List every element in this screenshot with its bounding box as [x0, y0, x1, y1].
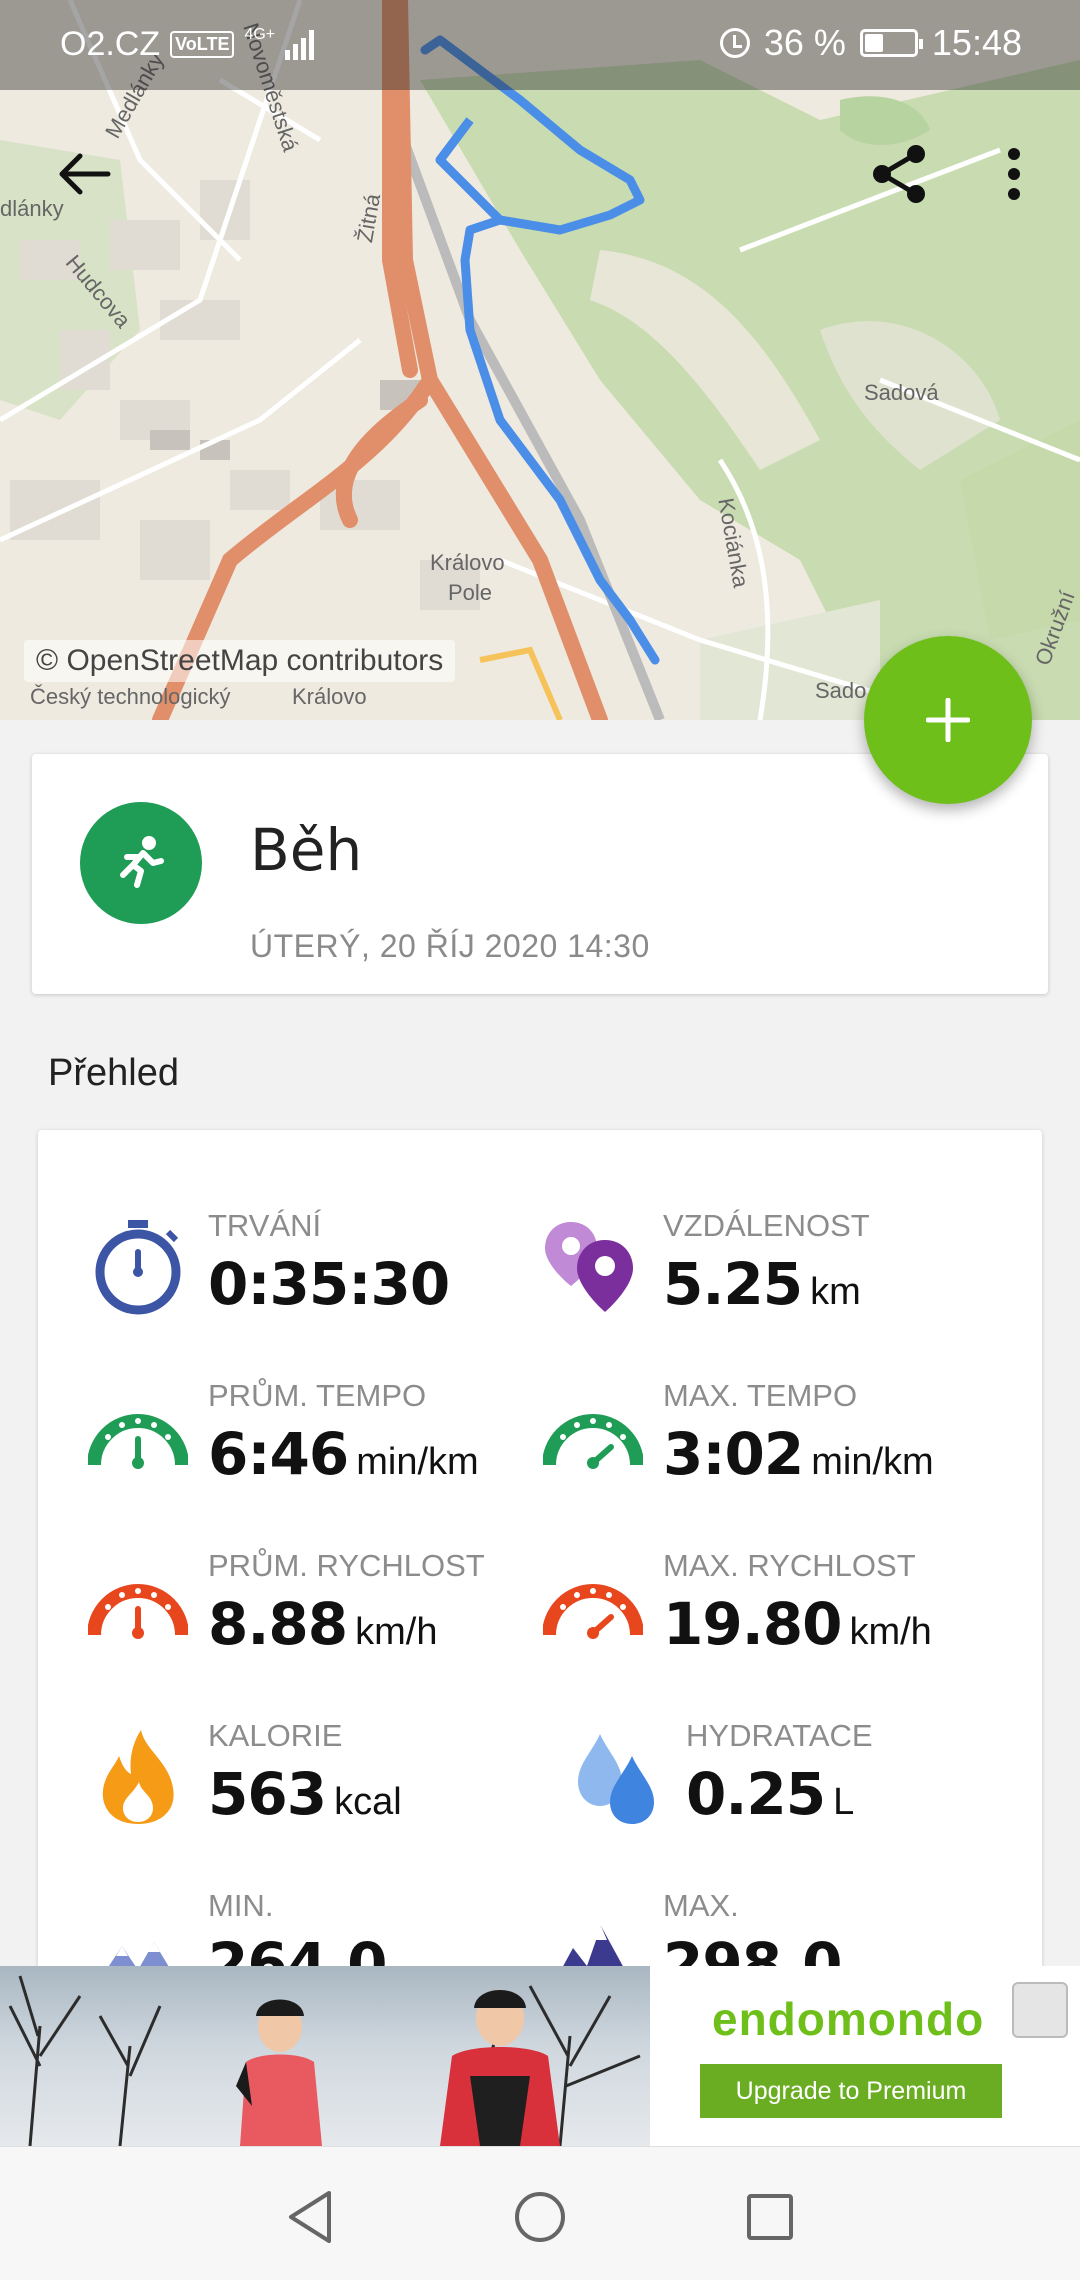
stat-label: MIN. — [208, 1888, 274, 1923]
map-label: Pole — [448, 580, 493, 605]
stat-value: 5.25 — [663, 1250, 803, 1318]
stat-avg-pace: PRŮM. TEMPO 6:46 min/km — [88, 1378, 548, 1528]
share-button[interactable] — [860, 134, 940, 214]
stat-hydration: HYDRATACE 0.25 L — [566, 1718, 1026, 1868]
carrier-name: O2.CZ — [60, 25, 161, 63]
stat-distance: VZDÁLENOST 5.25 km — [543, 1208, 1003, 1358]
green-gauge-max-icon — [543, 1386, 643, 1486]
stat-value: 6:46 — [208, 1420, 349, 1488]
stat-unit: km — [810, 1271, 861, 1313]
stat-label: MAX. — [663, 1888, 739, 1923]
ad-photo — [0, 1966, 650, 2146]
stat-max-elevation: MAX. 298.0 — [543, 1888, 1003, 1970]
share-icon — [873, 145, 925, 203]
stat-value: 264.0 — [208, 1930, 387, 1970]
stat-value: 3:02 — [663, 1420, 804, 1488]
stat-max-speed: MAX. RYCHLOST 19.80 km/h — [543, 1548, 1003, 1698]
map-label: Sadová — [864, 380, 939, 405]
stat-unit: L — [833, 1781, 855, 1823]
activity-title: Běh — [250, 816, 363, 884]
stat-min-elevation: MIN. 264.0 — [88, 1888, 548, 1970]
stat-label: PRŮM. RYCHLOST — [208, 1548, 485, 1583]
stat-value: 298.0 — [663, 1930, 842, 1970]
upgrade-premium-button[interactable]: Upgrade to Premium — [700, 2064, 1002, 2118]
stat-label: PRŮM. TEMPO — [208, 1378, 427, 1413]
stat-label: TRVÁNÍ — [208, 1208, 322, 1243]
ad-banner[interactable]: endomondo Upgrade to Premium — [0, 1966, 1080, 2146]
map-label: Český technologický — [30, 684, 231, 709]
mountains-dark-icon — [543, 1896, 643, 1970]
activity-type-badge — [80, 802, 202, 924]
flame-icon — [88, 1726, 188, 1826]
stat-avg-speed: PRŮM. RYCHLOST 8.88 km/h — [88, 1548, 548, 1698]
signal-icon — [285, 29, 315, 60]
status-bar: O2.CZ VoLTE 4G+ 36 % 15:48 — [0, 0, 1080, 90]
stat-label: VZDÁLENOST — [663, 1208, 870, 1243]
alarm-icon — [719, 28, 750, 58]
map-label: Sado — [815, 678, 867, 703]
stat-value: 0.25 — [686, 1760, 826, 1828]
red-gauge-max-icon — [543, 1556, 643, 1656]
stat-duration: TRVÁNÍ 0:35:30 — [88, 1208, 548, 1358]
route-map[interactable]: Novoměstská Medlánky dlánky Hudcova Žitn… — [0, 0, 1080, 720]
map-pins-icon — [543, 1216, 643, 1316]
square-recents-icon — [747, 2194, 793, 2240]
stat-label: KALORIE — [208, 1718, 343, 1753]
green-gauge-icon — [88, 1386, 188, 1486]
stat-unit: min/km — [811, 1441, 934, 1483]
stopwatch-icon — [88, 1216, 188, 1316]
system-nav-bar — [0, 2146, 1080, 2280]
circle-home-icon — [515, 2192, 565, 2242]
water-drops-icon — [566, 1726, 666, 1826]
ad-panel: endomondo Upgrade to Premium — [650, 1966, 1080, 2146]
arrow-left-icon — [59, 153, 111, 195]
volte-icon: VoLTE — [170, 31, 235, 58]
stat-max-pace: MAX. TEMPO 3:02 min/km — [543, 1378, 1003, 1528]
back-button[interactable] — [44, 134, 124, 214]
brand-logo: endomondo — [712, 1993, 985, 2045]
stat-unit: kcal — [334, 1781, 402, 1823]
running-icon — [120, 836, 164, 888]
map-label: Královo — [292, 684, 367, 709]
clock: 15:48 — [931, 22, 1022, 63]
overflow-menu-button[interactable] — [974, 134, 1054, 214]
triangle-back-icon — [289, 2191, 331, 2243]
network-type: 4G+ — [244, 25, 276, 43]
nav-recents-button[interactable] — [730, 2177, 810, 2257]
map-attribution: © OpenStreetMap contributors — [24, 640, 456, 682]
stat-label: MAX. TEMPO — [663, 1378, 858, 1413]
stat-label: MAX. RYCHLOST — [663, 1548, 916, 1583]
add-button[interactable] — [864, 636, 1032, 804]
mountains-icon — [88, 1896, 188, 1970]
activity-card[interactable]: Běh ÚTERÝ, 20 ŘÍJ 2020 14:30 — [32, 754, 1048, 994]
stat-value: 19.80 — [663, 1590, 842, 1658]
stat-calories: KALORIE 563 kcal — [88, 1718, 548, 1868]
activity-datetime: ÚTERÝ, 20 ŘÍJ 2020 14:30 — [250, 928, 650, 964]
stat-value: 0:35:30 — [208, 1250, 450, 1318]
stat-unit: km/h — [849, 1611, 932, 1653]
map-tiles — [0, 0, 1080, 720]
stat-unit: min/km — [356, 1441, 479, 1483]
ad-badge-icon[interactable] — [1012, 1982, 1068, 2038]
stat-value: 8.88 — [208, 1590, 348, 1658]
stat-value: 563 — [208, 1760, 327, 1828]
red-gauge-icon — [88, 1556, 188, 1656]
plus-icon — [926, 698, 970, 742]
map-label: Královo — [430, 550, 505, 575]
stat-unit: km/h — [355, 1611, 438, 1653]
battery-fill — [864, 34, 883, 52]
more-vert-icon — [1008, 148, 1020, 200]
battery-icon — [859, 29, 923, 57]
stats-card: TRVÁNÍ 0:35:30 VZDÁLENOST 5.25 km PRŮM. … — [38, 1130, 1042, 1970]
nav-home-button[interactable] — [500, 2177, 580, 2257]
nav-back-button[interactable] — [270, 2177, 350, 2257]
stat-label: HYDRATACE — [686, 1718, 873, 1753]
overview-title: Přehled — [48, 1052, 179, 1094]
battery-percent: 36 % — [763, 22, 846, 63]
